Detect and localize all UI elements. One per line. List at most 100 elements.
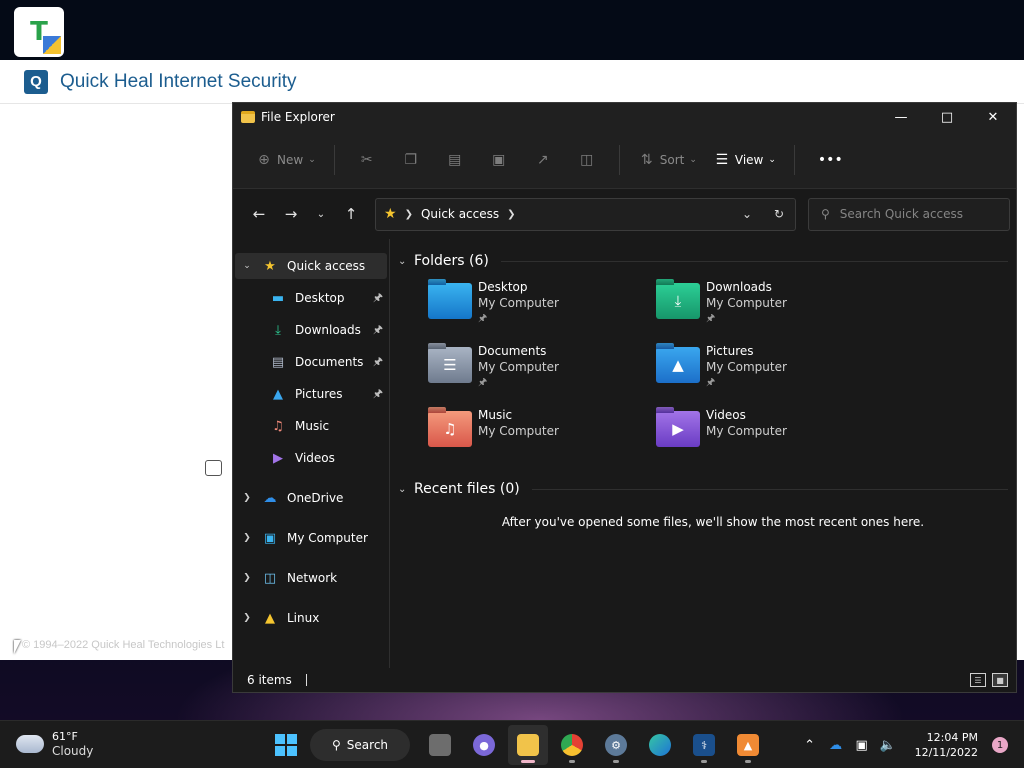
folder-tile-videos[interactable]: ▶ Videos My Computer	[656, 407, 884, 471]
details-view-icon[interactable]: ☰	[970, 673, 986, 687]
folder-location: My Computer	[706, 424, 787, 438]
close-button[interactable]: ✕	[970, 103, 1016, 131]
folder-location: My Computer	[478, 360, 559, 374]
sort-button[interactable]: ⇅ Sort ⌄	[630, 144, 705, 176]
sidebar-label: Linux	[287, 611, 320, 625]
documents-folder-icon: ☰	[428, 347, 472, 383]
recent-section-header[interactable]: ⌄ Recent files (0)	[398, 477, 1008, 501]
maximize-button[interactable]: □	[924, 103, 970, 131]
sidebar-item-documents[interactable]: ▤ Documents 🖈	[235, 349, 387, 375]
divider	[500, 260, 1008, 262]
view-button[interactable]: ☰ View ⌄	[705, 144, 784, 176]
sidebar-item-my-computer[interactable]: ❯ ▣ My Computer	[235, 525, 387, 551]
folder-tile-documents[interactable]: ☰ Documents My Computer 🖈	[428, 343, 656, 407]
paste-button[interactable]: ▤	[433, 144, 477, 176]
folder-tile-pictures[interactable]: ▲ Pictures My Computer 🖈	[656, 343, 884, 407]
new-button[interactable]: ⊕ New ⌄	[247, 144, 324, 176]
share-button[interactable]: ↗	[521, 144, 565, 176]
address-dropdown-button[interactable]: ⌄	[731, 207, 763, 221]
chevron-down-icon[interactable]: ⌄	[398, 484, 408, 495]
up-button[interactable]: ↑	[335, 199, 367, 229]
quickheal-checkbox[interactable]	[205, 460, 222, 476]
more-options-button[interactable]: •••	[805, 144, 849, 176]
cut-button[interactable]: ✂	[345, 144, 389, 176]
linux-penguin-icon: ▲	[265, 610, 275, 626]
sidebar-item-onedrive[interactable]: ❯ ☁ OneDrive	[235, 485, 387, 511]
forward-button[interactable]: →	[275, 199, 307, 229]
chevron-down-icon: ⌄	[308, 154, 316, 165]
sidebar-label: Network	[287, 571, 338, 585]
minimize-button[interactable]: —	[878, 103, 924, 131]
teams-chat-button[interactable]: ●	[464, 725, 504, 765]
music-icon: ♫	[272, 418, 284, 434]
task-view-button[interactable]	[420, 725, 460, 765]
expand-chevron-icon[interactable]: ⌄	[235, 261, 259, 271]
active-indicator	[521, 760, 535, 763]
folders-section-header[interactable]: ⌄ Folders (6)	[398, 249, 1008, 273]
running-indicator	[745, 760, 751, 763]
chevron-right-icon[interactable]: ❯	[235, 613, 259, 623]
rename-button[interactable]: ▣	[477, 144, 521, 176]
refresh-button[interactable]: ↻	[763, 207, 795, 221]
sidebar-item-desktop[interactable]: ▬ Desktop 🖈	[235, 285, 387, 311]
sidebar-item-quick-access[interactable]: ⌄ ★ Quick access	[235, 253, 387, 279]
monitor-icon: ▣	[263, 530, 277, 546]
sidebar-item-videos[interactable]: ▶ Videos	[235, 445, 387, 471]
gear-icon: ⚙	[605, 734, 627, 756]
back-button[interactable]: ←	[243, 199, 275, 229]
speaker-muted-icon[interactable]: 🔈	[875, 738, 901, 753]
tiles-view-icon[interactable]: ■	[992, 673, 1008, 687]
orange-app-taskbar-button[interactable]: ▲	[728, 725, 768, 765]
delete-button[interactable]: ◫	[565, 144, 609, 176]
onedrive-cloud-icon[interactable]: ☁	[823, 738, 849, 753]
chevron-right-icon[interactable]: ❯	[235, 533, 259, 543]
notification-badge[interactable]: 1	[992, 737, 1008, 753]
network-monitor-icon[interactable]: ▣	[849, 738, 875, 753]
sidebar-item-network[interactable]: ❯ ◫ Network	[235, 565, 387, 591]
recent-locations-button[interactable]: ⌄	[307, 199, 335, 229]
health-app-taskbar-button[interactable]: ⚕	[684, 725, 724, 765]
folder-location: My Computer	[478, 296, 559, 310]
edge-taskbar-button[interactable]	[640, 725, 680, 765]
explorer-title: File Explorer	[261, 110, 335, 124]
search-box[interactable]: ⚲	[808, 197, 1010, 231]
clock-time: 12:04 PM	[926, 731, 978, 744]
file-explorer-taskbar-button[interactable]	[508, 725, 548, 765]
sidebar-item-pictures[interactable]: ▲ Pictures 🖈	[235, 381, 387, 407]
copy-button[interactable]: ❐	[389, 144, 433, 176]
sidebar-item-music[interactable]: ♫ Music	[235, 413, 387, 439]
quickheal-logo-icon: Q	[24, 69, 48, 94]
breadcrumb-quick-access[interactable]: Quick access	[421, 207, 499, 221]
pin-icon: 🖈	[706, 377, 716, 388]
sort-icon: ⇅	[640, 151, 653, 168]
pin-icon: 🖈	[372, 322, 383, 336]
folder-name: Downloads	[706, 280, 772, 294]
chevron-up-icon[interactable]: ⌃	[797, 738, 823, 753]
search-input[interactable]	[839, 207, 990, 221]
chevron-right-icon[interactable]: ❯	[235, 493, 259, 503]
chrome-taskbar-button[interactable]	[552, 725, 592, 765]
sidebar-item-linux[interactable]: ❯ ▲ Linux	[235, 605, 387, 631]
chevron-right-icon[interactable]: ❯	[507, 209, 515, 220]
sidebar-label: Quick access	[287, 259, 366, 273]
chevron-down-icon[interactable]: ⌄	[398, 256, 408, 267]
address-bar[interactable]: ★ ❯ Quick access ❯ ⌄ ↻	[375, 197, 796, 231]
pictures-icon: ▲	[273, 386, 283, 402]
folder-tile-downloads[interactable]: ⤓ Downloads My Computer 🖈	[656, 279, 884, 343]
chevron-right-icon[interactable]: ❯	[235, 573, 259, 583]
desktop-shortcut-icon[interactable]: T	[14, 7, 64, 57]
start-button[interactable]	[266, 725, 306, 765]
pin-icon: 🖈	[478, 313, 488, 324]
toolbar-separator	[793, 144, 795, 175]
settings-taskbar-button[interactable]: ⚙	[596, 725, 636, 765]
folder-tile-music[interactable]: ♫ Music My Computer	[428, 407, 656, 471]
clock[interactable]: 12:04 PM 12/11/2022	[915, 730, 978, 760]
taskbar-search-button[interactable]: ⚲ Search	[310, 729, 410, 761]
weather-widget[interactable]: 61°F Cloudy	[16, 729, 93, 759]
sidebar-item-downloads[interactable]: ⤓ Downloads 🖈	[235, 317, 387, 343]
edge-icon	[649, 734, 671, 756]
explorer-titlebar[interactable]: File Explorer — □ ✕	[233, 103, 1016, 131]
folder-location: My Computer	[706, 360, 787, 374]
folder-tile-desktop[interactable]: Desktop My Computer 🖈	[428, 279, 656, 343]
